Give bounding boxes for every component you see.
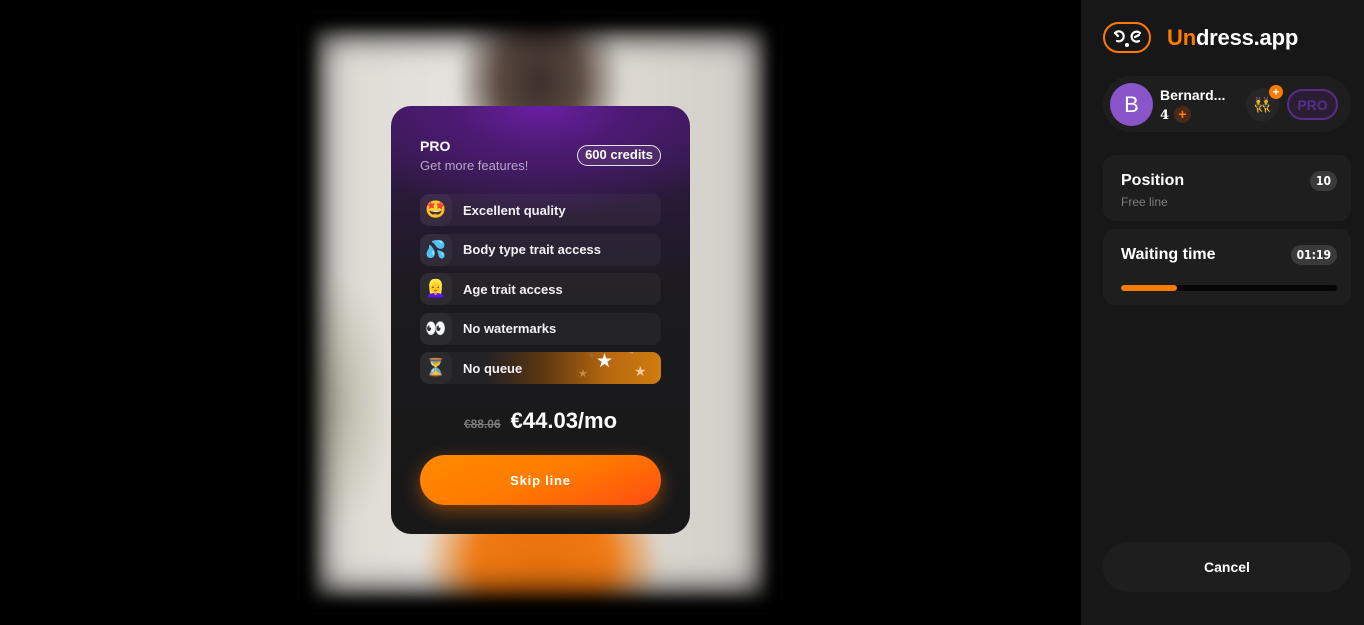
plan-name: PRO — [420, 138, 451, 154]
preview-stage: PRO Get more features! 600 credits 🤩 Exc… — [0, 0, 1081, 625]
waiting-time-card: Waiting time 01:19 — [1103, 229, 1351, 305]
feature-label: No queue — [463, 360, 523, 376]
feature-label: Body type trait access — [463, 242, 602, 258]
waiting-progress-bar — [1121, 285, 1337, 291]
waiting-progress-fill — [1121, 285, 1178, 291]
discounted-price: €44.03/mo — [510, 408, 618, 433]
feature-item: 👀 No watermarks — [420, 312, 661, 345]
feature-item: 💦 Body type trait access — [420, 233, 661, 266]
feature-item-highlighted: ⏳ No queue ★ ★ ★ ★ ★ — [420, 352, 661, 385]
plan-header: PRO Get more features! — [420, 138, 528, 173]
people-icon: 👯 — [1253, 96, 1272, 114]
user-card: B Bernard... 4 + 👯 + PRO — [1103, 76, 1351, 132]
woman-blond-icon: 👱‍♀️ — [420, 273, 452, 306]
brand-name-accent: Un — [1167, 24, 1196, 50]
position-value: 10 — [1309, 171, 1337, 191]
brand-logo-icon — [1103, 22, 1151, 53]
pro-upgrade-card: PRO Get more features! 600 credits 🤩 Exc… — [391, 106, 690, 534]
star-icon: ★ — [578, 368, 588, 381]
feature-list: 🤩 Excellent quality 💦 Body type trait ac… — [420, 194, 661, 392]
position-subtitle: Free line — [1121, 195, 1168, 209]
plan-subtitle: Get more features! — [420, 158, 529, 173]
sweat-droplets-icon: 💦 — [420, 233, 452, 266]
cancel-button[interactable]: Cancel — [1103, 542, 1351, 592]
user-name: Bernard... — [1160, 87, 1226, 103]
waiting-title: Waiting time — [1121, 246, 1216, 263]
position-title: Position — [1121, 172, 1185, 189]
user-credits: 4 — [1160, 108, 1170, 123]
original-price: €88.06 — [463, 417, 501, 431]
feature-item: 👱‍♀️ Age trait access — [420, 273, 661, 306]
star-icon: ★ — [596, 352, 614, 373]
queue-position-card: Position Free line 10 — [1103, 155, 1351, 221]
hourglass-icon: ⏳ — [420, 352, 452, 385]
brand[interactable]: Undress.app — [1103, 22, 1298, 53]
waiting-time-value: 01:19 — [1290, 245, 1337, 265]
pro-badge[interactable]: PRO — [1287, 89, 1338, 120]
feature-label: Excellent quality — [463, 202, 566, 218]
feature-label: No watermarks — [463, 321, 557, 337]
add-credits-button[interactable]: + — [1174, 106, 1191, 123]
avatar[interactable]: B — [1110, 83, 1153, 126]
sidebar: Undress.app B Bernard... 4 + 👯 + PRO Pos… — [1081, 0, 1364, 625]
feature-label: Age trait access — [463, 281, 563, 297]
credits-badge: 600 credits — [577, 145, 661, 166]
eyes-icon: 👀 — [420, 312, 452, 345]
skip-line-button[interactable]: Skip line — [420, 455, 661, 505]
star-icon: ★ — [628, 352, 635, 356]
plus-icon[interactable]: + — [1269, 85, 1283, 99]
price-row: €88.06 €44.03/mo — [391, 408, 690, 434]
brand-name: Undress.app — [1167, 25, 1298, 51]
star-icon: ★ — [588, 352, 596, 361]
star-struck-icon: 🤩 — [420, 194, 452, 226]
star-icon: ★ — [634, 363, 647, 380]
feature-item: 🤩 Excellent quality — [420, 194, 661, 226]
brand-name-rest: dress.app — [1195, 24, 1299, 50]
